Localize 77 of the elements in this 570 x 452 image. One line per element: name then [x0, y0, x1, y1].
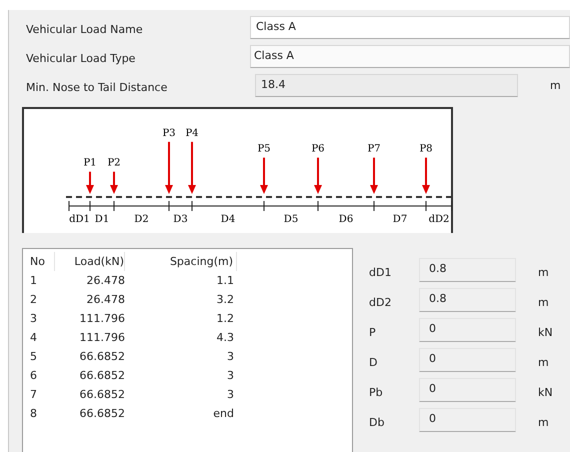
- table-cell-text: 1.2: [216, 312, 235, 325]
- table-cell-text: 3: [226, 350, 235, 363]
- input-field[interactable]: 0: [419, 348, 516, 372]
- table-cell-text: 5: [29, 350, 38, 363]
- load-label: P8: [419, 144, 433, 155]
- load-arrow: [422, 158, 430, 194]
- unit-label: m: [538, 264, 549, 278]
- table-cell-text: 4: [29, 331, 38, 344]
- table-cell-text: 1: [29, 274, 38, 287]
- load-label: P2: [107, 158, 121, 169]
- spacing-label: D6: [338, 214, 354, 225]
- table-cell-text: 66.6852: [78, 407, 125, 420]
- spacing-label: dD2: [428, 214, 450, 225]
- load-arrow: [370, 158, 378, 194]
- type-dropdown[interactable]: Class A: [250, 45, 570, 68]
- load-arrow: [86, 172, 94, 194]
- unit-label: m: [538, 354, 549, 368]
- table-cell-text: 111.796: [78, 331, 125, 344]
- column-header: Spacing(m): [125, 252, 237, 271]
- input-field[interactable]: Class A: [250, 16, 570, 39]
- spacing-label: D7: [392, 214, 408, 225]
- param-label: P: [369, 324, 377, 338]
- spacing-label: D1: [94, 214, 110, 225]
- table-cell-text: 7: [29, 388, 38, 401]
- field-label: Min. Nose to Tail Distance: [26, 80, 168, 94]
- spacing-label: D2: [134, 214, 149, 225]
- unit-label: m: [538, 294, 549, 308]
- field-label: Vehicular Load Name: [26, 22, 144, 36]
- unit-label: m: [550, 79, 561, 92]
- table-cell-text: 111.796: [78, 312, 125, 325]
- table-cell-text: 66.6852: [78, 388, 125, 401]
- input-field[interactable]: 0: [419, 318, 516, 342]
- param-label: D: [369, 354, 378, 368]
- load-arrow: [188, 142, 196, 194]
- table-cell-text: 26.478: [86, 293, 125, 306]
- param-label: Pb: [369, 384, 384, 398]
- param-label: Db: [369, 414, 386, 428]
- table-cell-text: 1.1: [216, 274, 235, 287]
- table-cell-text: 3: [29, 312, 38, 325]
- load-label: P7: [367, 144, 381, 155]
- table-cell-text: 66.6852: [78, 350, 125, 363]
- load-arrow: [165, 142, 173, 194]
- param-label: dD2: [369, 294, 392, 308]
- unit-label: kN: [538, 324, 553, 338]
- load-label: P4: [185, 128, 199, 139]
- input-field[interactable]: 0: [419, 408, 516, 432]
- table-cell-text: 66.6852: [78, 369, 125, 382]
- load-label: P1: [83, 158, 97, 169]
- table-cell-text: 6: [29, 369, 38, 382]
- table-cell-text: 2: [29, 293, 38, 306]
- field-label: Vehicular Load Type: [26, 51, 136, 65]
- input-field[interactable]: 0.8: [419, 288, 516, 312]
- table-cell-text: 26.478: [86, 274, 125, 287]
- load-arrow: [110, 172, 118, 194]
- table-cell-text: 3.2: [216, 293, 235, 306]
- column-header: Load(kN): [55, 252, 125, 271]
- table-cell-text: end: [212, 407, 235, 420]
- load-label: P6: [311, 144, 325, 155]
- column-header: No: [23, 252, 55, 271]
- load-arrow: [260, 158, 268, 194]
- param-label: dD1: [369, 264, 392, 278]
- input-field[interactable]: 18.4: [255, 74, 518, 97]
- load-label: P5: [257, 144, 271, 155]
- table-cell-text: 3: [226, 388, 235, 401]
- spacing-label: dD1: [69, 214, 90, 225]
- input-field[interactable]: 0: [419, 378, 516, 402]
- unit-label: m: [538, 414, 549, 428]
- load-label: P3: [162, 128, 176, 139]
- table-cell-text: 4.3: [216, 331, 235, 344]
- spacing-label: D4: [220, 214, 236, 225]
- unit-label: kN: [538, 384, 553, 398]
- table-cell-text: 8: [29, 407, 38, 420]
- spacing-label: D5: [284, 214, 298, 225]
- table-cell-text: 3: [226, 369, 235, 382]
- spacing-label: D3: [173, 214, 188, 225]
- load-arrow: [314, 158, 322, 194]
- input-field[interactable]: 0.8: [419, 258, 516, 282]
